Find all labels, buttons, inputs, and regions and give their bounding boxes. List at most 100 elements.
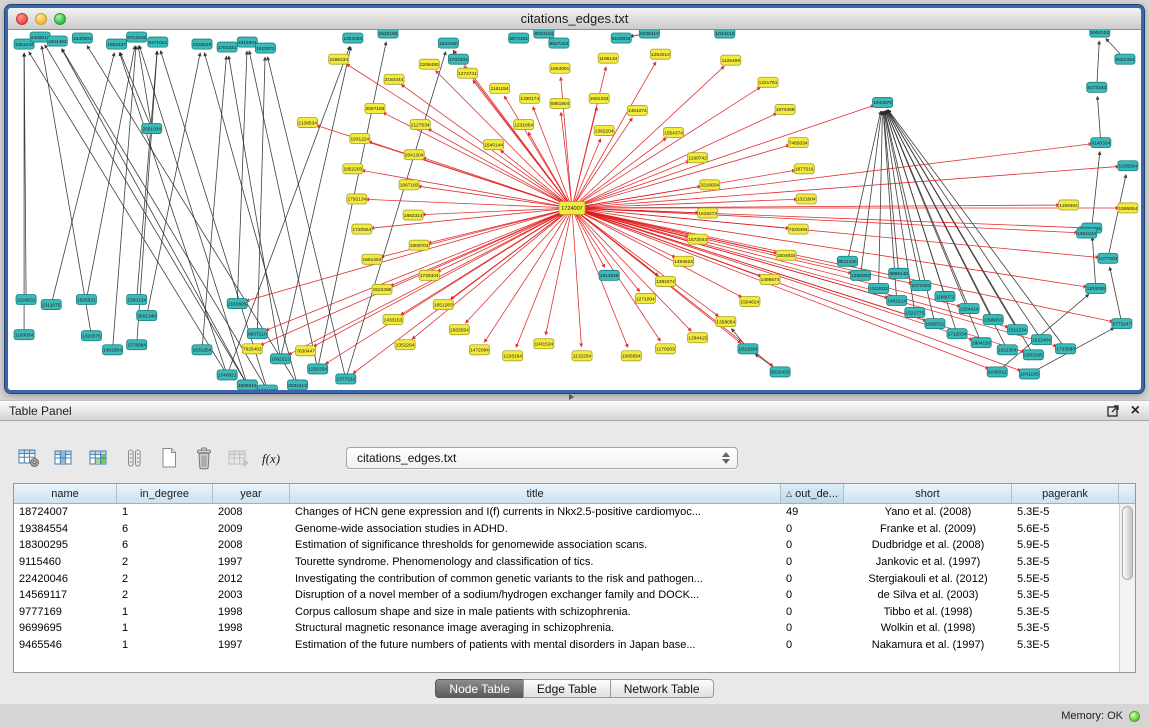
graph-edge[interactable] [1108, 175, 1126, 259]
tab-edge-table[interactable]: Edge Table [523, 679, 611, 698]
graph-node[interactable]: 1494624 [674, 256, 694, 266]
graph-node[interactable]: 2034412 [287, 380, 307, 390]
graph-edge[interactable] [139, 46, 247, 385]
graph-node[interactable]: 9501340 [137, 311, 157, 321]
table-cell[interactable]: Yano et al. (2008) [844, 506, 1012, 518]
table-cell[interactable]: Changes of HCN gene expression and I(f) … [290, 506, 781, 518]
graph-edge[interactable] [887, 110, 993, 319]
graph-node[interactable]: 1041183 [1019, 369, 1039, 379]
column-header-name[interactable]: name [14, 484, 117, 503]
graph-edge[interactable] [561, 77, 572, 208]
graph-edge[interactable] [249, 51, 317, 369]
graph-edge[interactable] [884, 111, 920, 285]
table-cell[interactable]: 1 [117, 622, 213, 634]
graph-edge[interactable] [229, 56, 281, 359]
graph-node[interactable]: 1702334 [448, 54, 468, 64]
table-cell[interactable]: 1998 [213, 622, 290, 634]
table-cell[interactable]: 18724007 [14, 506, 117, 518]
table-cell[interactable]: Estimation of the future numbers of pati… [290, 639, 781, 651]
network-view-window[interactable]: citations_edges.txt 10510342348012150448… [5, 5, 1144, 393]
graph-node[interactable]: 8183034 [611, 33, 631, 43]
table-scrollbar[interactable] [1119, 504, 1135, 672]
table-cell[interactable]: 1 [117, 639, 213, 651]
graph-edge[interactable] [572, 144, 1092, 208]
table-cell[interactable]: Jankovic et al. (1997) [844, 556, 1012, 568]
tab-network-table[interactable]: Network Table [610, 679, 714, 698]
graph-node[interactable]: 1511234 [1007, 325, 1027, 335]
graph-node[interactable]: 1452084 [343, 33, 363, 43]
table-cell[interactable]: Stergiakouli et al. (2012) [844, 573, 1012, 585]
graph-node[interactable]: 7630447 [296, 346, 316, 356]
table-cell[interactable]: 0 [781, 606, 844, 618]
table-row[interactable]: 969969511998Structural magnetic resonanc… [14, 620, 1135, 637]
table-cell[interactable]: 0 [781, 556, 844, 568]
table-cell[interactable]: 5.6E-5 [1012, 523, 1119, 535]
graph-edge[interactable] [137, 51, 157, 299]
graph-edge[interactable] [237, 51, 247, 303]
graph-node[interactable]: 1967183 [399, 180, 419, 190]
graph-edge[interactable] [1097, 41, 1100, 87]
graph-edge[interactable] [572, 208, 691, 331]
graph-edge[interactable] [572, 208, 1057, 346]
graph-node[interactable]: 1601244 [1077, 228, 1097, 238]
graph-node[interactable]: 1944879 [873, 97, 893, 107]
table-row[interactable]: 1830029562008Estimation of significance … [14, 537, 1135, 554]
table-cell[interactable]: 2 [117, 556, 213, 568]
graph-edge[interactable] [401, 208, 572, 315]
graph-node[interactable]: 1271004 [635, 293, 655, 303]
graph-node[interactable]: 1819304 [237, 37, 257, 47]
graph-node[interactable]: 1573044 [688, 234, 708, 244]
graph-edge[interactable] [1092, 237, 1095, 288]
table-cell[interactable]: 5.3E-5 [1012, 622, 1119, 634]
graph-node[interactable]: 1072303 [911, 280, 931, 290]
graph-node[interactable]: 1081334 [589, 93, 609, 103]
graph-node[interactable]: 1254014 [650, 49, 670, 59]
panel-splitter[interactable] [0, 393, 1149, 400]
graph-node[interactable]: 1402904 [103, 345, 123, 355]
graph-edge[interactable] [29, 52, 227, 375]
function-builder-icon[interactable]: f(x) [261, 445, 287, 471]
graph-node[interactable]: 1358054 [716, 317, 736, 327]
table-cell[interactable]: 2 [117, 573, 213, 585]
graph-node[interactable]: 1740021 [217, 370, 237, 380]
graph-node[interactable]: 1284415 [688, 333, 708, 343]
table-cell[interactable]: 6 [117, 523, 213, 535]
graph-node[interactable]: 1250334 [308, 364, 328, 374]
column-header-in_degree[interactable]: in_degree [117, 484, 213, 503]
table-cell[interactable]: 0 [781, 539, 844, 551]
graph-node[interactable]: 9527204 [549, 38, 569, 48]
graph-edge[interactable] [318, 42, 387, 369]
columns-pair-icon[interactable] [121, 445, 147, 471]
graph-edge[interactable] [847, 111, 880, 261]
graph-edge[interactable] [546, 208, 572, 335]
graph-node[interactable]: 1274741 [457, 68, 477, 78]
graph-node[interactable]: 1631254 [192, 345, 212, 355]
network-graph[interactable]: 1051034234801215044821630502196233787120… [8, 30, 1141, 390]
zoom-window-button[interactable] [54, 13, 66, 25]
graph-edge[interactable] [138, 46, 152, 129]
graph-node[interactable]: 1661404 [362, 254, 382, 264]
table-cell[interactable]: 0 [781, 573, 844, 585]
graph-node[interactable]: 7485034 [788, 138, 808, 148]
table-cell[interactable]: 5.3E-5 [1012, 639, 1119, 651]
graph-node[interactable]: 1433153 [383, 315, 403, 325]
table-cell[interactable]: Corpus callosum shape and size in male p… [290, 606, 781, 618]
graph-node[interactable]: 1522465 [372, 284, 392, 294]
table-cell[interactable]: Estimation of significance thresholds fo… [290, 539, 781, 551]
graph-node[interactable]: 1563554 [449, 325, 469, 335]
graph-edge[interactable] [246, 208, 572, 301]
table-cell[interactable]: Structural magnetic resonance image aver… [290, 622, 781, 634]
table-cell[interactable]: 2 [117, 589, 213, 601]
graph-node[interactable]: 2286434 [329, 54, 349, 64]
table-cell[interactable]: 0 [781, 639, 844, 651]
graph-node[interactable]: 2138534 [298, 117, 318, 127]
graph-node[interactable]: 1812034 [738, 344, 758, 354]
graph-node[interactable]: 1321604 [796, 194, 816, 204]
table-cell[interactable]: de Silva et al. (2003) [844, 589, 1012, 601]
float-panel-icon[interactable] [1107, 404, 1120, 417]
graph-node[interactable]: 1704331 [217, 42, 237, 52]
graph-node[interactable]: 1630502 [72, 33, 92, 43]
graph-node[interactable]: 2127534 [410, 119, 430, 129]
graph-node[interactable]: 1284414 [959, 304, 979, 314]
table-cell[interactable]: 1 [117, 606, 213, 618]
